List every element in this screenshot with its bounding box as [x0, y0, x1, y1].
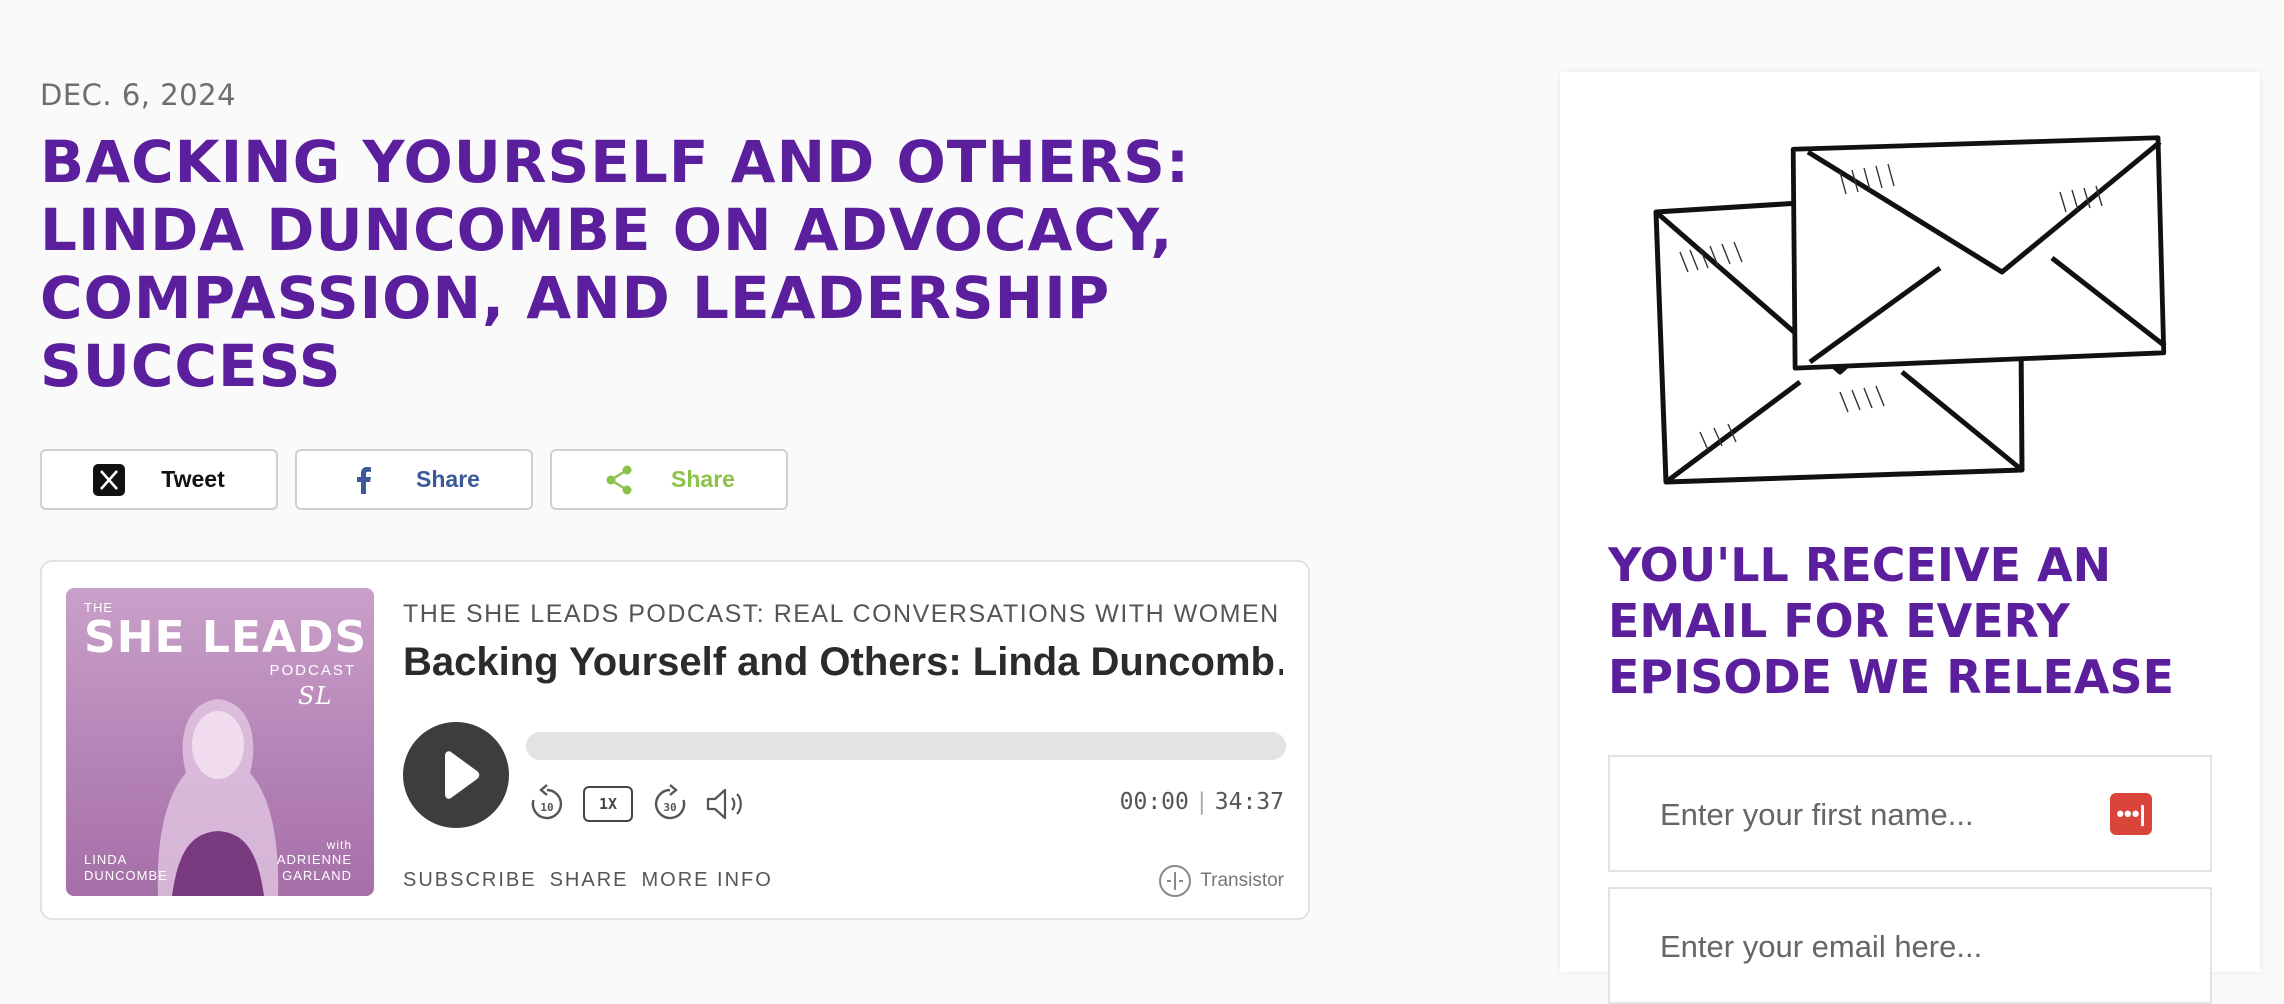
show-title: THE SHE LEADS PODCAST: REAL CONVERSATION…	[403, 600, 1283, 628]
rewind-10-button[interactable]: 10	[527, 784, 567, 824]
first-name-input[interactable]	[1658, 757, 2102, 872]
signup-heading: YOU'LL RECEIVE AN EMAIL FOR EVERY EPISOD…	[1608, 538, 2175, 704]
facebook-icon	[348, 464, 380, 496]
speed-button[interactable]: 1X	[583, 786, 633, 822]
share-link[interactable]: SHARE	[550, 869, 629, 892]
facebook-share-button[interactable]: Share	[295, 449, 533, 510]
cover-brand: SHE LEADS	[84, 612, 368, 663]
cover-podcast: PODCAST	[269, 662, 356, 679]
forward-30-icon: 30	[654, 784, 686, 820]
tweet-label: Tweet	[161, 466, 225, 492]
player-links: SUBSCRIBE SHARE MORE INFO	[403, 869, 773, 892]
time-readout: 00:00 | 34:37	[1119, 789, 1284, 815]
transistor-label: Transistor	[1200, 870, 1284, 891]
envelopes-illustration	[1653, 135, 2167, 485]
cover-guest: LINDA DUNCOMBE	[84, 852, 168, 883]
password-manager-icon[interactable]: •••|	[2110, 793, 2152, 835]
podcast-cover-art: THE SHE LEADS PODCAST SL LINDA DUNCOMBE …	[66, 588, 374, 896]
article-header: DEC. 6, 2024 BACKING YOURSELF AND OTHERS…	[40, 70, 1320, 400]
email-field	[1608, 887, 2212, 1004]
current-time: 00:00	[1119, 789, 1189, 815]
play-button[interactable]	[403, 722, 509, 828]
episode-title: Backing Yourself and Others: Linda Dunco…	[403, 640, 1283, 684]
post-date: DEC. 6, 2024	[40, 78, 237, 112]
progress-bar[interactable]	[526, 732, 1286, 760]
play-icon	[445, 751, 480, 799]
email-input[interactable]	[1658, 889, 2102, 1004]
x-icon	[93, 463, 126, 496]
newsletter-signup-panel: YOU'LL RECEIVE AN EMAIL FOR EVERY EPISOD…	[1560, 72, 2260, 1004]
cover-host: ADRIENNE GARLAND	[276, 852, 352, 883]
forward-30-button[interactable]: 30	[650, 784, 690, 824]
transistor-icon	[1159, 865, 1192, 897]
more-info-link[interactable]: MORE INFO	[642, 869, 773, 892]
rewind-10-icon: 10	[531, 784, 563, 820]
volume-icon	[706, 788, 742, 820]
tweet-button[interactable]: Tweet	[40, 449, 278, 510]
share-icon	[603, 464, 635, 496]
share-buttons: Tweet Share Share	[40, 449, 788, 510]
cover-with: with	[326, 838, 352, 852]
transistor-credit[interactable]: Transistor	[1158, 864, 1284, 898]
facebook-share-label: Share	[416, 466, 480, 492]
generic-share-button[interactable]: Share	[550, 449, 788, 510]
first-name-field: •••|	[1608, 755, 2212, 872]
rewind-10-label: 10	[540, 801, 553, 814]
duration: 34:37	[1214, 789, 1284, 815]
podcast-player: THE SHE LEADS PODCAST SL LINDA DUNCOMBE …	[40, 560, 1310, 920]
subscribe-link[interactable]: SUBSCRIBE	[403, 869, 537, 892]
forward-30-label: 30	[663, 801, 676, 814]
generic-share-label: Share	[671, 466, 735, 492]
volume-button[interactable]	[704, 784, 748, 824]
signature-mark: SL	[298, 682, 333, 710]
page-title: BACKING YOURSELF AND OTHERS: LINDA DUNCO…	[40, 128, 1191, 400]
